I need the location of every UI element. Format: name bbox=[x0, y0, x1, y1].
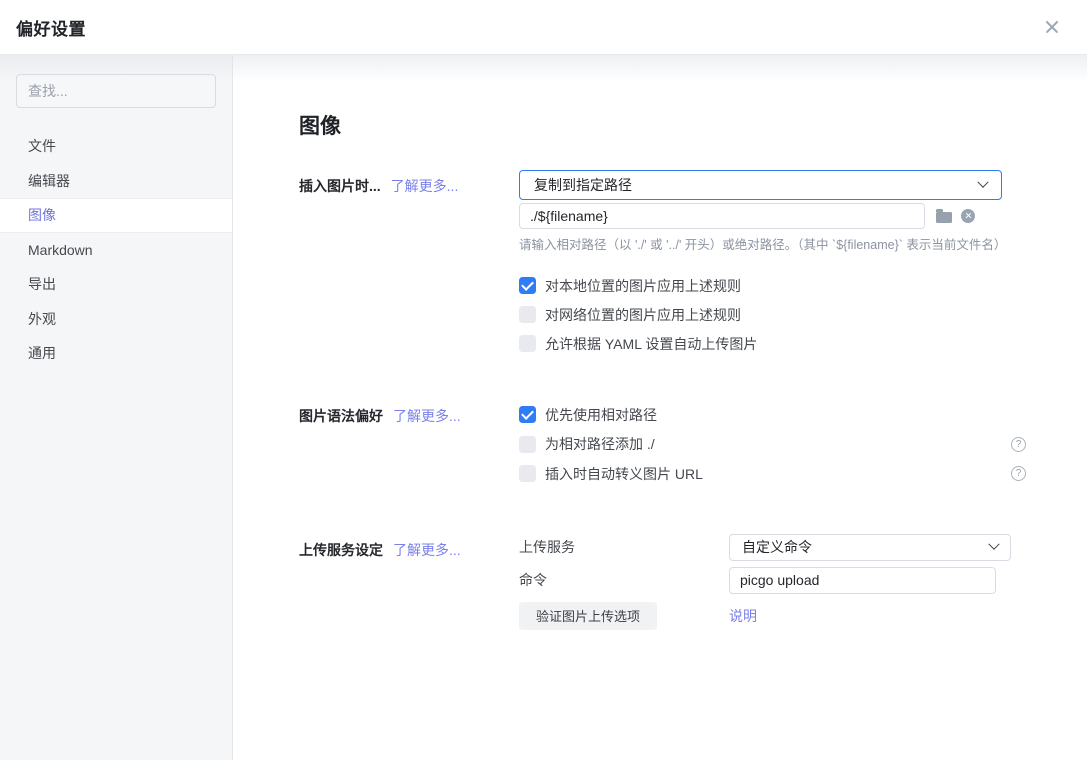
upload-service-label: 上传服务 bbox=[519, 537, 729, 557]
preferences-window: 偏好设置 文件 编辑器 图像 Markdown bbox=[0, 0, 1087, 760]
close-icon[interactable] bbox=[1043, 18, 1061, 36]
command-row: 命令 bbox=[519, 567, 1026, 594]
section-body: 上传服务 自定义命令 命令 验证图片上传选项 说 bbox=[519, 534, 1026, 636]
sidebar-item-export[interactable]: 导出 bbox=[0, 267, 232, 302]
search-input[interactable] bbox=[16, 74, 216, 108]
window-title: 偏好设置 bbox=[16, 15, 86, 40]
checkbox[interactable] bbox=[519, 465, 536, 482]
section-head: 插入图片时... 了解更多... bbox=[299, 170, 519, 364]
checkbox-row-online-images[interactable]: 对网络位置的图片应用上述规则 bbox=[519, 306, 1026, 323]
question-circle-icon[interactable] bbox=[1011, 466, 1026, 481]
sidebar-item-label: 图像 bbox=[28, 205, 56, 225]
learn-more-link[interactable]: 了解更多... bbox=[391, 176, 459, 196]
checkbox-label: 允许根据 YAML 设置自动上传图片 bbox=[545, 334, 757, 354]
section-label: 图片语法偏好 bbox=[299, 406, 383, 426]
sidebar-item-file[interactable]: 文件 bbox=[0, 129, 232, 164]
command-label: 命令 bbox=[519, 570, 729, 590]
sidebar-item-label: 通用 bbox=[28, 343, 56, 363]
checkbox-row-add-dot-slash[interactable]: 为相对路径添加 ./ bbox=[519, 436, 1026, 453]
sidebar-item-label: 文件 bbox=[28, 136, 56, 156]
insert-mode-select-value: 复制到指定路径 bbox=[534, 175, 632, 195]
search-wrap bbox=[0, 55, 232, 108]
sidebar-item-image[interactable]: 图像 bbox=[0, 198, 232, 233]
checkbox-row-relative-path[interactable]: 优先使用相对路径 bbox=[519, 406, 1026, 423]
sidebar-item-markdown[interactable]: Markdown bbox=[0, 233, 232, 268]
checkbox[interactable] bbox=[519, 306, 536, 323]
checkbox[interactable] bbox=[519, 335, 536, 352]
upload-service-select-value: 自定义命令 bbox=[742, 537, 812, 557]
checkbox-label: 优先使用相对路径 bbox=[545, 405, 657, 425]
section-upload-service: 上传服务设定 了解更多... 上传服务 自定义命令 命令 bbox=[299, 534, 1087, 636]
sidebar-nav: 文件 编辑器 图像 Markdown 导出 外观 通用 bbox=[0, 129, 232, 371]
section-label: 插入图片时... bbox=[299, 176, 381, 196]
window-header: 偏好设置 bbox=[0, 0, 1087, 55]
learn-more-link[interactable]: 了解更多... bbox=[393, 406, 461, 426]
section-image-syntax: 图片语法偏好 了解更多... 优先使用相对路径 为相对路径添加 ./ bbox=[299, 406, 1087, 495]
section-body: 复制到指定路径 请输入相对路径（以 './' 或 '../' 开头）或绝对路径。… bbox=[519, 170, 1026, 364]
settings-sidebar: 文件 编辑器 图像 Markdown 导出 外观 通用 bbox=[0, 55, 233, 760]
sidebar-item-appearance[interactable]: 外观 bbox=[0, 302, 232, 337]
checkbox-row-escape-url[interactable]: 插入时自动转义图片 URL bbox=[519, 465, 1026, 482]
checkbox[interactable] bbox=[519, 436, 536, 453]
syntax-checkbox-group: 优先使用相对路径 为相对路径添加 ./ 插入时自动转义图片 URL bbox=[519, 406, 1026, 482]
upload-service-select[interactable]: 自定义命令 bbox=[729, 534, 1011, 561]
checkbox-label: 对本地位置的图片应用上述规则 bbox=[545, 276, 741, 296]
chevron-down-icon bbox=[988, 539, 999, 550]
command-input[interactable] bbox=[729, 567, 996, 594]
docs-link[interactable]: 说明 bbox=[729, 606, 757, 626]
question-circle-icon[interactable] bbox=[1011, 437, 1026, 452]
checkbox[interactable] bbox=[519, 277, 536, 294]
checkbox-label: 插入时自动转义图片 URL bbox=[545, 464, 703, 484]
section-head: 上传服务设定 了解更多... bbox=[299, 534, 519, 636]
window-body: 文件 编辑器 图像 Markdown 导出 外观 通用 bbox=[0, 55, 1087, 760]
page-title: 图像 bbox=[299, 113, 1087, 141]
section-head: 图片语法偏好 了解更多... bbox=[299, 406, 519, 495]
sidebar-item-label: 导出 bbox=[28, 274, 56, 294]
sidebar-item-label: 外观 bbox=[28, 309, 56, 329]
learn-more-link[interactable]: 了解更多... bbox=[393, 540, 461, 560]
folder-icon[interactable] bbox=[936, 212, 952, 223]
checkbox-row-local-images[interactable]: 对本地位置的图片应用上述规则 bbox=[519, 277, 1026, 294]
checkbox-label: 对网络位置的图片应用上述规则 bbox=[545, 305, 741, 325]
path-hint-text: 请输入相对路径（以 './' 或 '../' 开头）或绝对路径。（其中 `${f… bbox=[519, 237, 1026, 253]
validate-row: 验证图片上传选项 说明 bbox=[519, 602, 1026, 630]
validate-button-cell: 验证图片上传选项 bbox=[519, 602, 729, 630]
section-body: 优先使用相对路径 为相对路径添加 ./ 插入时自动转义图片 URL bbox=[519, 406, 1026, 495]
checkbox-row-yaml-upload[interactable]: 允许根据 YAML 设置自动上传图片 bbox=[519, 335, 1026, 352]
validate-upload-button[interactable]: 验证图片上传选项 bbox=[519, 602, 657, 630]
section-insert-image: 插入图片时... 了解更多... 复制到指定路径 请输入相对路径（以 './' … bbox=[299, 170, 1087, 364]
checkbox[interactable] bbox=[519, 406, 536, 423]
insert-mode-select[interactable]: 复制到指定路径 bbox=[519, 170, 1002, 200]
copy-path-input[interactable] bbox=[519, 203, 925, 229]
upload-service-row: 上传服务 自定义命令 bbox=[519, 534, 1026, 561]
sidebar-item-editor[interactable]: 编辑器 bbox=[0, 164, 232, 199]
path-row bbox=[519, 203, 1026, 229]
sidebar-item-label: 编辑器 bbox=[28, 171, 70, 191]
settings-content: 图像 插入图片时... 了解更多... 复制到指定路径 bbox=[233, 55, 1087, 760]
chevron-down-icon bbox=[977, 177, 988, 188]
insert-checkbox-group: 对本地位置的图片应用上述规则 对网络位置的图片应用上述规则 允许根据 YAML … bbox=[519, 277, 1026, 352]
sidebar-item-general[interactable]: 通用 bbox=[0, 336, 232, 371]
section-label: 上传服务设定 bbox=[299, 540, 383, 560]
sidebar-item-label: Markdown bbox=[28, 242, 93, 258]
clear-circle-icon[interactable] bbox=[961, 209, 975, 223]
checkbox-label: 为相对路径添加 ./ bbox=[545, 434, 655, 454]
